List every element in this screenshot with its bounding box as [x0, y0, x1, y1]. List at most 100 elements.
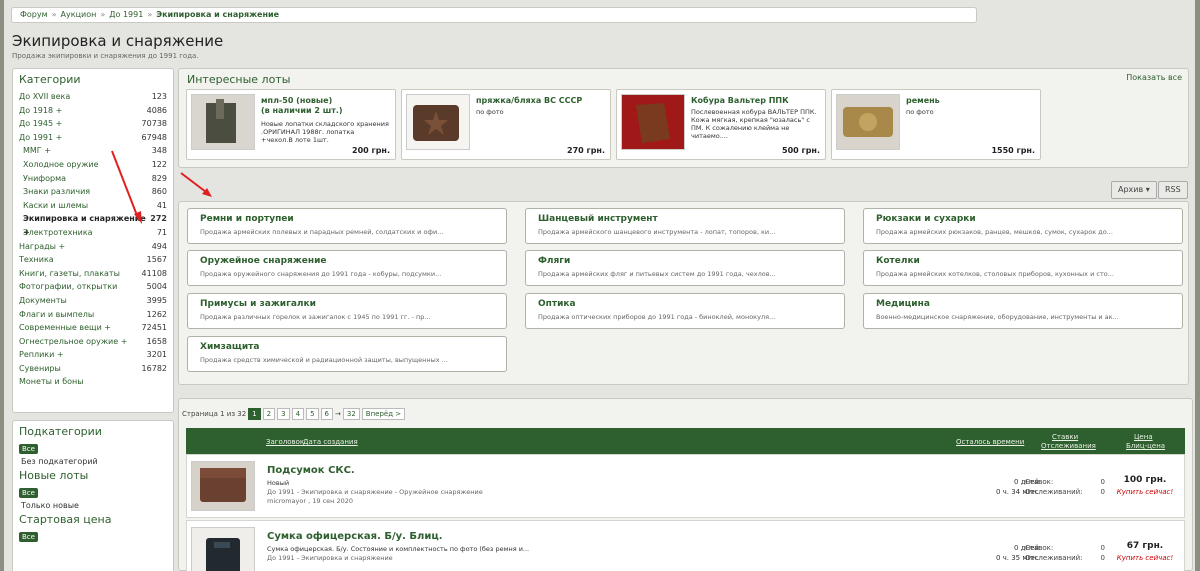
sidebar-category-item[interactable]: Документы 3995 — [19, 294, 167, 308]
sidebar-category-item[interactable]: Техника 1567 — [19, 253, 167, 267]
page-link[interactable]: 2 — [262, 408, 276, 420]
filter-no-subcats-link[interactable]: Без подкатегорий — [21, 457, 167, 466]
buy-now-link[interactable]: Купить сейчас! — [1109, 554, 1181, 562]
buy-now-link[interactable]: Купить сейчас! — [1109, 488, 1181, 496]
table-row[interactable]: Сумка офицерская. Б/у. Блиц. Сумка офице… — [186, 520, 1185, 571]
next-page-link[interactable]: Вперёд > — [361, 408, 406, 420]
sidebar-category-item[interactable]: Книги, газеты, плакаты 41108 — [19, 267, 167, 281]
sidebar-category-item[interactable]: До 1945 + 70738 — [19, 117, 167, 131]
sidebar-category-item[interactable]: До 1991 + 67948 — [19, 131, 167, 145]
sidebar-category-item[interactable]: До XVII века 123 — [19, 90, 167, 104]
subcategory-card[interactable]: Шанцевый инструмент Продажа армейского ша… — [525, 208, 845, 244]
sort-time-left-link[interactable]: Осталось времени — [956, 438, 1024, 446]
lot-title[interactable]: мпл-50 (новые) (в наличии 2 шт.) — [261, 96, 343, 116]
subcategory-name[interactable]: Рюкзаки и сухарки — [876, 214, 1170, 224]
subcategory-name[interactable]: Химзащита — [200, 342, 494, 352]
subcategory-name[interactable]: Фляги — [538, 256, 832, 266]
breadcrumb-1991[interactable]: До 1991 — [109, 10, 143, 19]
sort-bids-link[interactable]: Ставки — [1052, 433, 1078, 441]
sort-watching-link[interactable]: Отслеживания — [1041, 442, 1096, 450]
lot-card[interactable]: мпл-50 (новые) (в наличии 2 шт.) Новые л… — [186, 89, 396, 160]
page-link[interactable]: 4 — [291, 408, 305, 420]
sidebar-category-item[interactable]: Сувениры 16782 — [19, 362, 167, 376]
sidebar-category-item[interactable]: Каски и шлемы 41 — [19, 199, 167, 213]
subcategory-card[interactable]: Ремни и портупеи Продажа армейских полевы… — [187, 208, 507, 244]
show-all-link[interactable]: Показать все — [1126, 73, 1182, 82]
lot-title[interactable]: Кобура Вальтер ППК — [691, 96, 789, 106]
subcategory-description: Продажа армейского шанцевого инструмента… — [538, 228, 776, 236]
lot-thumbnail[interactable] — [621, 94, 685, 150]
sidebar-category-item[interactable]: Униформа 829 — [19, 172, 167, 186]
subcategory-card[interactable]: Медицина Военно-медицинское снаряжение, о… — [863, 293, 1183, 329]
lot-thumbnail[interactable] — [836, 94, 900, 150]
sidebar-category-item[interactable]: Монеты и боны — [19, 375, 167, 389]
subcategory-name[interactable]: Примусы и зажигалки — [200, 299, 494, 309]
lot-card[interactable]: Кобура Вальтер ППК Послевоенная кобура В… — [616, 89, 826, 160]
breadcrumb-auction[interactable]: Аукцион — [61, 10, 97, 19]
lot-thumbnail[interactable] — [191, 94, 255, 150]
category-count: 272 — [150, 214, 167, 224]
sidebar-category-item[interactable]: Огнестрельное оружие + 1658 — [19, 335, 167, 349]
sidebar-category-item[interactable]: ММГ + 348 — [19, 144, 167, 158]
archive-dropdown-button[interactable]: Архив ▾ — [1111, 181, 1157, 199]
table-row[interactable]: Подсумок СКС. Новый До 1991 - Экипировка… — [186, 454, 1185, 518]
sidebar-category-item[interactable]: Фотографии, открытки 5004 — [19, 280, 167, 294]
category-count: 41 — [156, 200, 167, 210]
lot-thumbnail[interactable] — [191, 527, 255, 571]
subcategory-name[interactable]: Шанцевый инструмент — [538, 214, 832, 224]
sort-blitz-link[interactable]: Блиц-цена — [1126, 442, 1165, 450]
lot-thumbnail[interactable] — [191, 461, 255, 511]
subcategory-card[interactable]: Оптика Продажа оптических приборов до 199… — [525, 293, 845, 329]
category-label: Сувениры — [19, 363, 61, 373]
subcategory-name[interactable]: Ремни и портупеи — [200, 214, 494, 224]
filter-only-new-link[interactable]: Только новые — [21, 501, 167, 510]
subcategory-card[interactable]: Рюкзаки и сухарки Продажа армейских рюкза… — [863, 208, 1183, 244]
page-link[interactable]: 5 — [306, 408, 319, 420]
subcategory-card[interactable]: Примусы и зажигалки Продажа различных гор… — [187, 293, 507, 329]
breadcrumb-forum[interactable]: Форум — [20, 10, 48, 19]
lot-thumbnail[interactable] — [406, 94, 470, 150]
rss-button[interactable]: RSS — [1158, 181, 1188, 199]
filter-all-button[interactable]: Все — [19, 488, 38, 498]
page-link[interactable]: 1 — [248, 408, 261, 420]
sort-price-link[interactable]: Цена — [1134, 433, 1153, 441]
subcategory-name[interactable]: Оружейное снаряжение — [200, 256, 494, 266]
page-link[interactable]: 3 — [277, 408, 290, 420]
category-count: 41108 — [141, 268, 167, 278]
lot-card[interactable]: пряжка/бляха ВС СССР по фото 270 грн. — [401, 89, 611, 160]
sort-title-link[interactable]: Заголовок — [266, 438, 304, 446]
lot-title[interactable]: ремень — [906, 96, 940, 106]
subcategory-card[interactable]: Фляги Продажа армейских фляг и питьевых с… — [525, 250, 845, 286]
page-link[interactable]: 6 — [320, 408, 333, 420]
sort-date-link[interactable]: Дата создания — [303, 438, 358, 446]
subcategory-card[interactable]: Химзащита Продажа средств химической и ра… — [187, 336, 507, 372]
subcategory-name[interactable]: Котелки — [876, 256, 1170, 266]
subcategory-name[interactable]: Оптика — [538, 299, 832, 309]
page-link-last[interactable]: 32 — [342, 408, 360, 420]
sidebar-category-item[interactable]: До 1918 + 4086 — [19, 104, 167, 118]
sidebar-category-item[interactable]: Электротехника 71 — [19, 226, 167, 240]
sidebar-category-item[interactable]: Современные вещи + 72451 — [19, 321, 167, 335]
lot-card[interactable]: ремень по фото 1550 грн. — [831, 89, 1041, 160]
category-label: До 1945 + — [19, 119, 63, 129]
filter-all-button[interactable]: Все — [19, 532, 38, 542]
sidebar-category-item[interactable]: Флаги и вымпелы 1262 — [19, 308, 167, 322]
category-label: До XVII века — [19, 92, 71, 101]
subcategory-name[interactable]: Медицина — [876, 299, 1170, 309]
lot-price: 1550 грн. — [991, 146, 1035, 155]
sidebar-category-item[interactable]: Холодное оружие 122 — [19, 158, 167, 172]
lot-title-link[interactable]: Сумка офицерская. Б/у. Блиц. — [267, 531, 443, 542]
category-count: 1567 — [146, 255, 167, 265]
subcategory-card[interactable]: Оружейное снаряжение Продажа оружейного с… — [187, 250, 507, 286]
lot-title[interactable]: пряжка/бляха ВС СССР — [476, 96, 582, 106]
lot-author-date: micromayor , 19 сен 2020 — [267, 497, 353, 505]
sidebar-category-item[interactable]: Награды + 494 — [19, 240, 167, 254]
lot-title-link[interactable]: Подсумок СКС. — [267, 465, 355, 476]
sidebar-category-item[interactable]: Реплики + 3201 — [19, 348, 167, 362]
sidebar-category-item[interactable]: Экипировка и снаряжение +272 — [19, 212, 167, 237]
filter-all-button[interactable]: Все — [19, 444, 38, 454]
pagination-label: Страница 1 из 32 — [182, 410, 247, 418]
sidebar-category-item[interactable]: Знаки различия 860 — [19, 185, 167, 199]
subcategory-card[interactable]: Котелки Продажа армейских котелков, столо… — [863, 250, 1183, 286]
category-count: 5004 — [146, 282, 167, 292]
